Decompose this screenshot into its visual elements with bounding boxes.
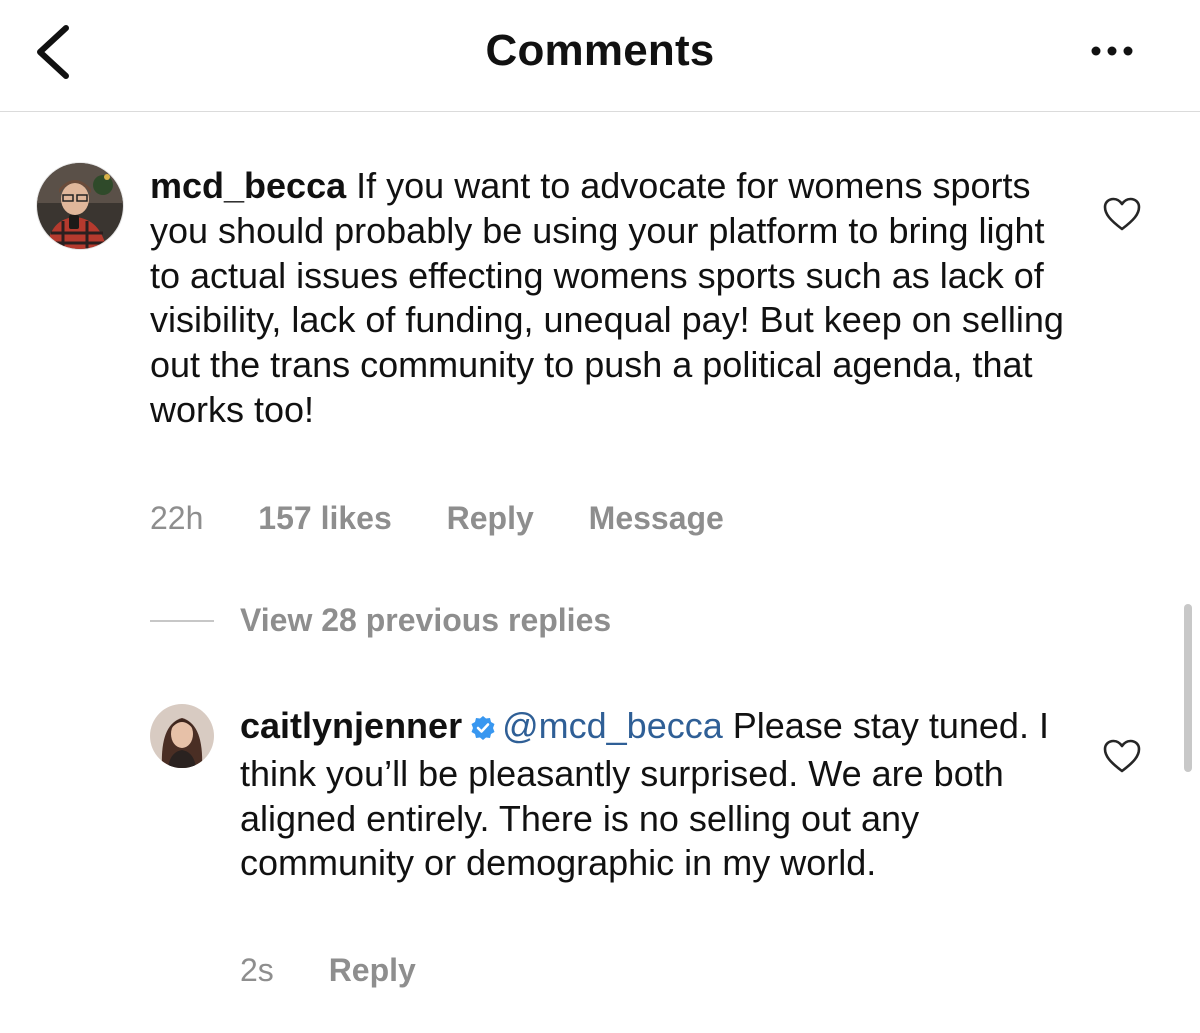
message-button[interactable]: Message: [589, 500, 724, 537]
reply-meta: 2s Reply: [240, 952, 416, 989]
reply-body: caitlynjenner @mcd_becca Please stay tun…: [240, 704, 1080, 886]
heart-outline-icon: [1103, 739, 1141, 773]
view-previous-replies-button[interactable]: View 28 previous replies: [240, 602, 611, 639]
heart-outline-icon: [1103, 197, 1141, 231]
reply-reply-button[interactable]: Reply: [329, 952, 416, 989]
avatar-mcd-becca[interactable]: [36, 162, 124, 250]
comment-username[interactable]: mcd_becca: [150, 165, 346, 206]
reply-like-button[interactable]: [1102, 738, 1142, 774]
scrollbar[interactable]: [1184, 604, 1192, 772]
reply-username[interactable]: caitlynjenner: [240, 705, 462, 746]
more-horizontal-icon: [1091, 46, 1133, 56]
header-bar: Comments: [0, 0, 1200, 112]
reply-mention-link[interactable]: @mcd_becca: [502, 705, 723, 746]
page-title: Comments: [485, 26, 715, 75]
comment-meta: 22h 157 likes Reply Message: [150, 500, 724, 537]
avatar-caitlynjenner[interactable]: [150, 704, 214, 768]
reply-button[interactable]: Reply: [447, 500, 534, 537]
comment-time: 22h: [150, 500, 204, 536]
like-button[interactable]: [1102, 196, 1142, 232]
comment-likes[interactable]: 157 likes: [258, 500, 391, 537]
reply-time: 2s: [240, 952, 274, 988]
verified-badge-icon: [470, 707, 496, 752]
more-options-button[interactable]: [1088, 36, 1136, 66]
replies-divider: [150, 620, 214, 622]
comment-body: mcd_becca If you want to advocate for wo…: [150, 164, 1080, 433]
